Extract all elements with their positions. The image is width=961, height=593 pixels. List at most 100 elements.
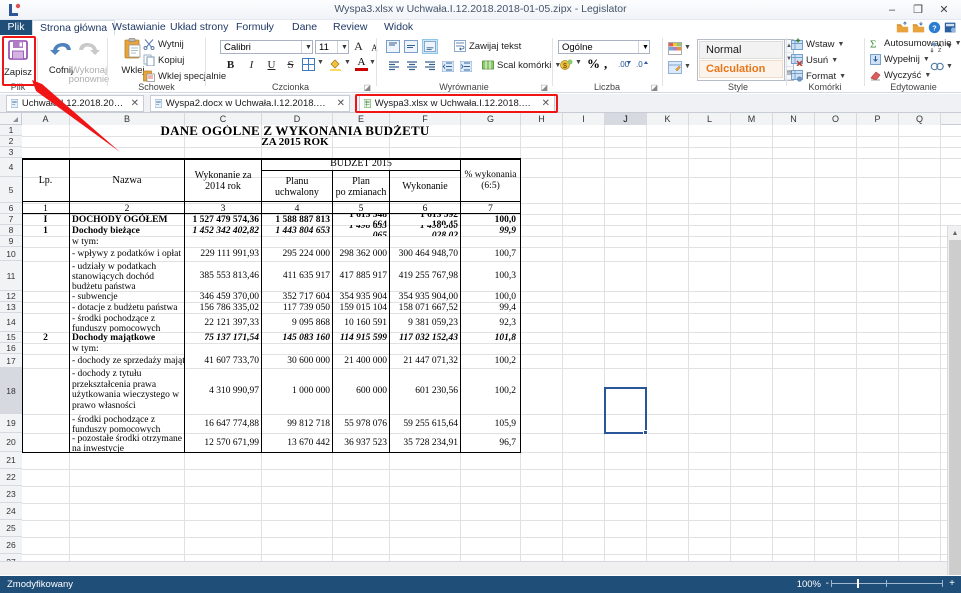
row-header-13[interactable]: 13: [0, 302, 22, 313]
ribbon-tab-uklad-strony[interactable]: Układ strony: [163, 20, 235, 35]
cell-c4[interactable]: 99 812 718: [262, 414, 332, 433]
cell-c5[interactable]: 298 362 000: [333, 247, 389, 261]
maximize-icon[interactable]: ❐: [905, 1, 931, 18]
cell-c6[interactable]: 300 464 948,70: [390, 247, 460, 261]
chevron-down-icon[interactable]: ▼: [337, 41, 348, 53]
column-header-J[interactable]: J: [605, 113, 647, 125]
close-icon[interactable]: ✕: [131, 98, 139, 109]
cell-nazwa[interactable]: DOCHODY OGÓŁEM: [70, 214, 184, 225]
help-icon[interactable]: ?: [928, 21, 941, 34]
close-icon[interactable]: ✕: [337, 98, 345, 109]
column-header-B[interactable]: B: [70, 113, 185, 125]
cell-c6[interactable]: 9 381 059,23: [390, 313, 460, 332]
column-header-K[interactable]: K: [647, 113, 689, 125]
row-header-3[interactable]: 3: [0, 147, 22, 158]
zoom-slider-knob[interactable]: [857, 579, 859, 588]
vscroll-thumb[interactable]: [949, 240, 961, 575]
fill-color-dropdown-icon[interactable]: ▼: [344, 59, 351, 66]
column-header-N[interactable]: N: [773, 113, 815, 125]
column-header-L[interactable]: L: [689, 113, 731, 125]
row-header-7[interactable]: 7: [0, 214, 22, 225]
sort-dropdown-icon[interactable]: ▼: [946, 43, 953, 50]
cell-c7[interactable]: 100,7: [461, 247, 518, 261]
column-header-I[interactable]: I: [563, 113, 605, 125]
cell-c7[interactable]: 100,0: [461, 291, 518, 302]
row-header-19[interactable]: 19: [0, 414, 22, 433]
row-header-20[interactable]: 20: [0, 433, 22, 452]
accounting-format-icon[interactable]: $: [560, 58, 573, 71]
column-header-M[interactable]: M: [731, 113, 773, 125]
cell-nazwa[interactable]: - środki pochodzące z funduszy pomocowyc…: [70, 414, 184, 433]
cell-c4[interactable]: 13 670 442: [262, 433, 332, 452]
cell-c3[interactable]: 16 647 774,88: [185, 414, 261, 433]
cell-c7[interactable]: 99,4: [461, 302, 518, 313]
cell-c4[interactable]: 1 000 000: [262, 368, 332, 414]
ribbon-tab-formuly[interactable]: Formuły: [229, 20, 281, 35]
cell-c7[interactable]: 99,9: [461, 225, 518, 236]
ribbon-tab-dane[interactable]: Dane: [285, 20, 324, 35]
delete-cells-button[interactable]: Usuń ▼: [791, 54, 838, 66]
font-dialog-launcher[interactable]: ◪: [363, 83, 371, 92]
cell-c6[interactable]: 1 613 592 180,45: [390, 214, 460, 225]
align-left-icon[interactable]: [386, 59, 401, 74]
cut-button[interactable]: Wytnij: [143, 38, 184, 50]
insert-dropdown-icon[interactable]: ▼: [838, 41, 845, 48]
column-header-A[interactable]: A: [22, 113, 70, 125]
cell-style-gallery[interactable]: Normal Calculation: [697, 39, 785, 81]
row-header-16[interactable]: 16: [0, 343, 22, 354]
cell-c3[interactable]: 75 137 171,54: [185, 332, 261, 343]
row-header-10[interactable]: 10: [0, 247, 22, 261]
cell-c7[interactable]: 105,9: [461, 414, 518, 433]
cell-c7[interactable]: 92,3: [461, 313, 518, 332]
row-header-17[interactable]: 17: [0, 354, 22, 368]
cell-c5[interactable]: 114 915 599: [333, 332, 389, 343]
cell-c6[interactable]: 354 935 904,00: [390, 291, 460, 302]
column-header-O[interactable]: O: [815, 113, 857, 125]
row-header-4[interactable]: 4: [0, 158, 22, 177]
clear-button[interactable]: Wyczyść ▼: [870, 70, 931, 81]
cell-c4[interactable]: 9 095 868: [262, 313, 332, 332]
doc-tab-wyspa2[interactable]: Wyspa2.docx w Uchwała.I.12.2018.2018-01-…: [150, 95, 350, 112]
column-header-D[interactable]: D: [262, 113, 333, 125]
cell-c4[interactable]: 1 443 804 653: [262, 225, 332, 236]
font-color-dropdown-icon[interactable]: ▼: [369, 59, 376, 66]
cell-c6[interactable]: 59 255 615,64: [390, 414, 460, 433]
cell-c5[interactable]: 1 498 633 065: [333, 225, 389, 236]
font-family-combo[interactable]: Calibri ▼: [220, 40, 313, 54]
cell-c6[interactable]: 21 447 071,32: [390, 354, 460, 368]
cell-c4[interactable]: 352 717 604: [262, 291, 332, 302]
find-dropdown-icon[interactable]: ▼: [946, 63, 953, 70]
zoom-in-button[interactable]: +: [949, 578, 955, 589]
fill-color-icon[interactable]: [329, 58, 342, 71]
cell-c3[interactable]: 22 121 397,33: [185, 313, 261, 332]
doc-tab-uchwala[interactable]: Uchwała.I.12.2018.2018-01-05* ✕: [6, 95, 144, 112]
row-header-21[interactable]: 21: [0, 452, 22, 469]
cell-c3[interactable]: 4 310 990,97: [185, 368, 261, 414]
save-button[interactable]: Zapisz: [0, 37, 41, 78]
column-header-E[interactable]: E: [333, 113, 390, 125]
accounting-dropdown-icon[interactable]: ▼: [575, 59, 582, 66]
cell-c6[interactable]: 601 230,56: [390, 368, 460, 414]
row-header-2[interactable]: 2: [0, 136, 22, 147]
cell-c7[interactable]: 100,3: [461, 261, 518, 291]
align-right-icon[interactable]: [422, 59, 437, 74]
export-icon[interactable]: [912, 21, 925, 34]
cell-nazwa[interactable]: - subwencje: [70, 291, 184, 302]
close-icon[interactable]: ✕: [931, 1, 957, 18]
cell-lp[interactable]: I: [22, 214, 69, 225]
cell-lp[interactable]: 1: [22, 225, 69, 236]
column-header-F[interactable]: F: [390, 113, 461, 125]
cell-nazwa[interactable]: - pozostałe środki otrzymane na inwestyc…: [70, 433, 184, 452]
cell-c6[interactable]: 1 496 560 028,02: [390, 225, 460, 236]
cell-nazwa[interactable]: - udziały w podatkach stanowiących dochó…: [70, 261, 184, 291]
redo-button[interactable]: Wykonaj ponownie: [66, 37, 112, 84]
cell-lp[interactable]: 2: [22, 332, 69, 343]
cell-nazwa[interactable]: w tym:: [70, 343, 184, 354]
cell-c5[interactable]: 10 160 591: [333, 313, 389, 332]
cell-c4[interactable]: 30 600 000: [262, 354, 332, 368]
cell-c3[interactable]: 1 527 479 574,36: [185, 214, 261, 225]
doc-tab-wyspa3[interactable]: Wyspa3.xlsx w Uchwała.I.12.2018.2018-01-…: [359, 95, 555, 112]
cell-c4[interactable]: 295 224 000: [262, 247, 332, 261]
cell-c5[interactable]: 36 937 523: [333, 433, 389, 452]
cell-nazwa[interactable]: w tym:: [70, 236, 184, 247]
